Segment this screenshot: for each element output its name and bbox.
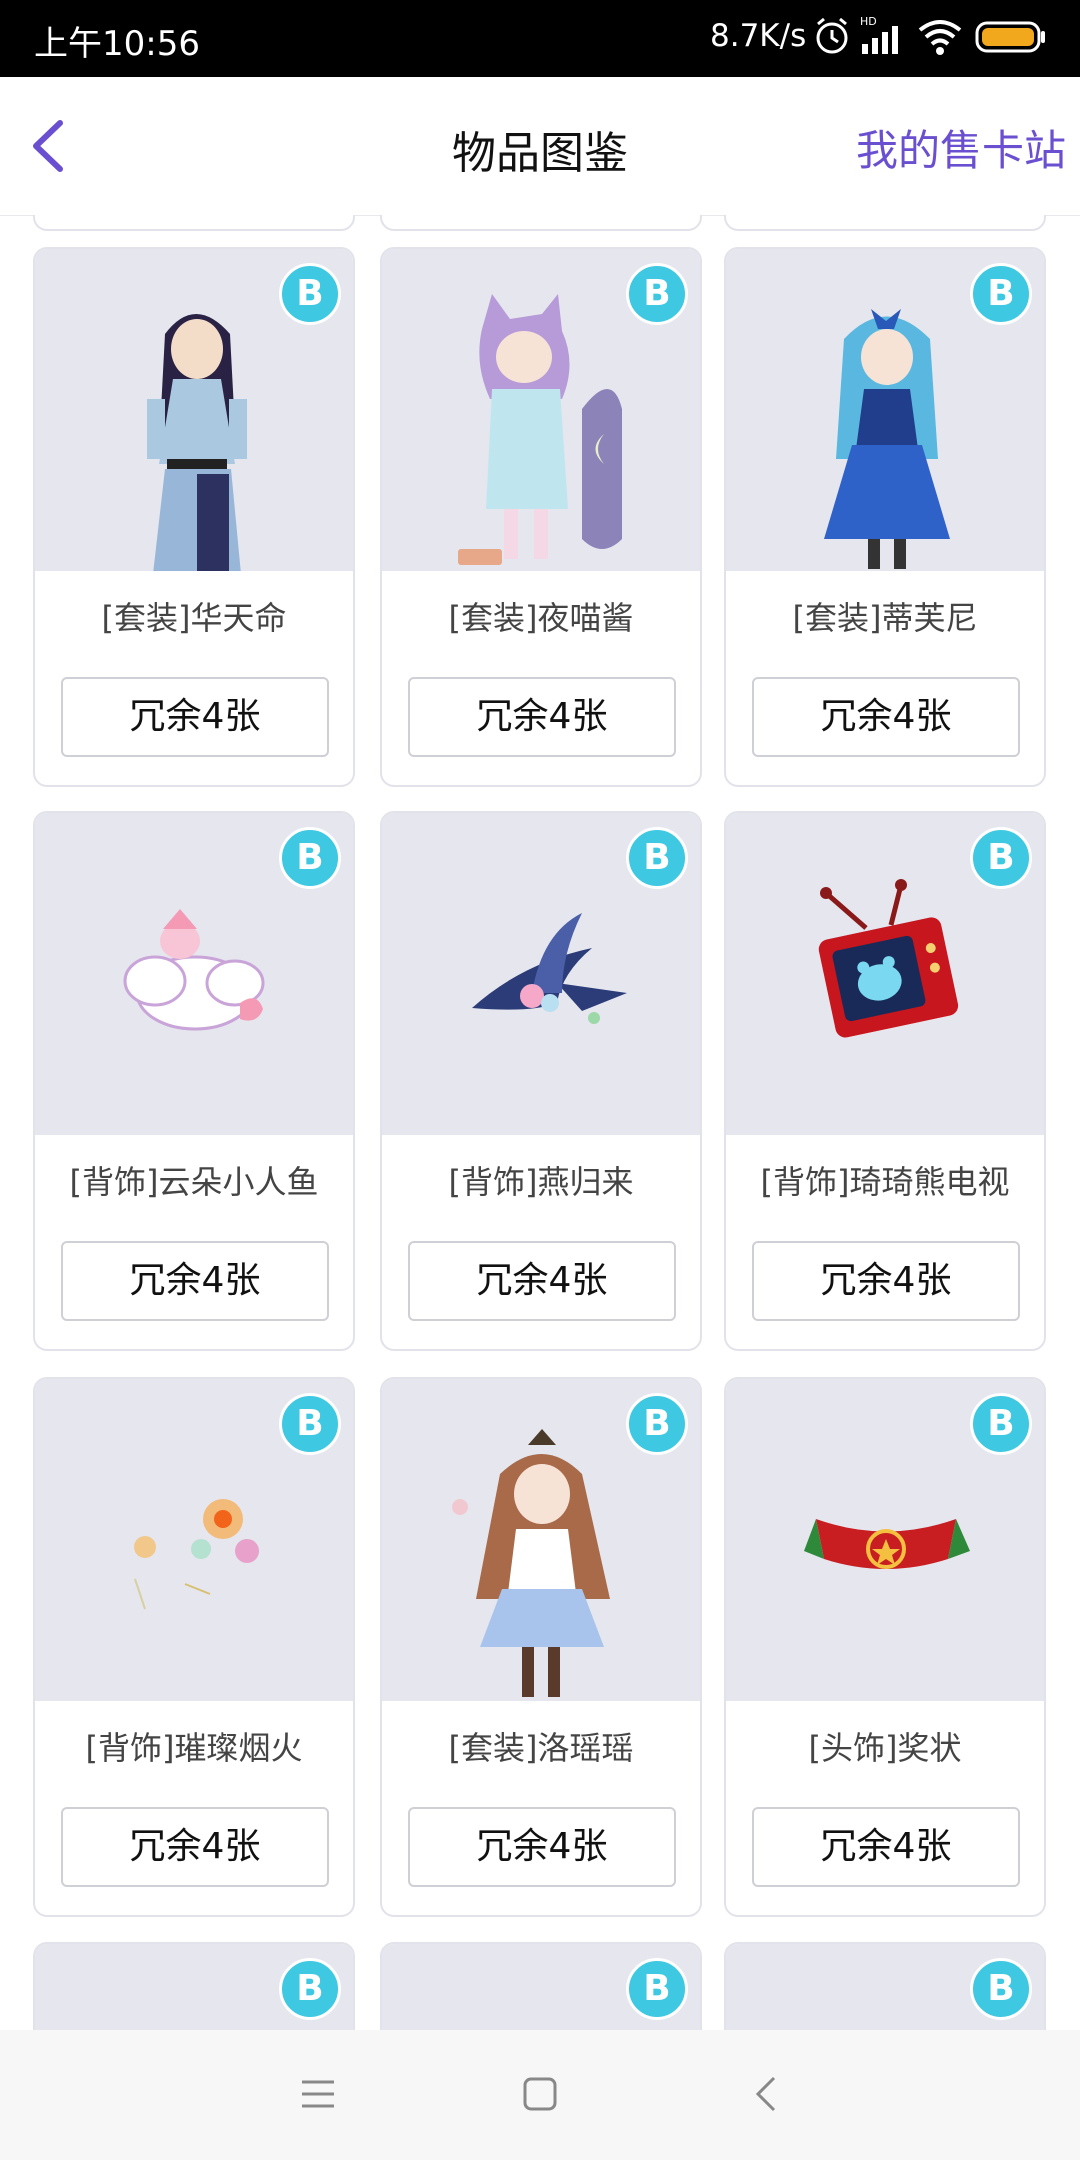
rarity-badge: B <box>626 1393 688 1455</box>
menu-icon[interactable] <box>298 2074 338 2114</box>
quantity-button[interactable]: 冗余4张 <box>61 677 329 757</box>
battery-icon <box>975 21 1045 53</box>
rarity-badge: B <box>279 263 341 325</box>
card-partial-top[interactable] <box>380 215 702 231</box>
quantity-button[interactable]: 冗余4张 <box>61 1241 329 1321</box>
item-card[interactable]: B [套装]华天命 冗余4张 <box>33 247 355 787</box>
item-card-partial[interactable]: B <box>724 1942 1046 2030</box>
item-card[interactable]: B [背饰]璀璨烟火 冗余4张 <box>33 1377 355 1917</box>
quantity-button[interactable]: 冗余4张 <box>752 677 1020 757</box>
rarity-badge: B <box>279 1958 341 2020</box>
rarity-badge: B <box>279 1393 341 1455</box>
signal-icon: HD <box>860 15 898 54</box>
item-card[interactable]: B [背饰]燕归来 冗余4张 <box>380 811 702 1351</box>
item-grid: B [套装]华天命 冗余4张 B [套装]夜喵酱 冗余4张 B [套装]蒂芙尼 … <box>0 215 1080 2030</box>
network-speed: 8.7K/s <box>710 18 807 54</box>
home-icon[interactable] <box>520 2074 560 2114</box>
app-header: 物品图鉴 我的售卡站 <box>0 77 1080 216</box>
item-name: [背饰]璀璨烟火 <box>85 1729 303 1767</box>
alarm-icon <box>816 17 848 54</box>
rarity-badge: B <box>279 827 341 889</box>
item-card-partial[interactable]: B <box>33 1942 355 2030</box>
item-name: [头饰]奖状 <box>808 1729 962 1767</box>
my-card-station-link[interactable]: 我的售卡站 <box>856 117 1066 178</box>
rarity-badge: B <box>970 827 1032 889</box>
item-card-partial[interactable]: B <box>380 1942 702 2030</box>
rarity-badge: B <box>626 1958 688 2020</box>
rarity-badge: B <box>626 263 688 325</box>
card-partial-top[interactable] <box>724 215 1046 231</box>
item-name: [背饰]云朵小人鱼 <box>69 1163 319 1201</box>
item-card[interactable]: B [套装]洛瑶瑶 冗余4张 <box>380 1377 702 1917</box>
item-name: [背饰]琦琦熊电视 <box>760 1163 1010 1201</box>
item-card[interactable]: B [套装]夜喵酱 冗余4张 <box>380 247 702 787</box>
status-time: 上午10:56 <box>34 24 200 64</box>
rarity-badge: B <box>970 1393 1032 1455</box>
quantity-button[interactable]: 冗余4张 <box>61 1807 329 1887</box>
back-icon[interactable] <box>748 2074 788 2114</box>
quantity-button[interactable]: 冗余4张 <box>408 1807 676 1887</box>
rarity-badge: B <box>970 263 1032 325</box>
rarity-badge: B <box>970 1958 1032 2020</box>
system-nav-bar <box>0 2030 1080 2160</box>
status-bar: 上午10:56 8.7K/s HD <box>0 0 1080 77</box>
item-card[interactable]: B [套装]蒂芙尼 冗余4张 <box>724 247 1046 787</box>
quantity-button[interactable]: 冗余4张 <box>752 1807 1020 1887</box>
item-card[interactable]: B [背饰]琦琦熊电视 冗余4张 <box>724 811 1046 1351</box>
item-card[interactable]: B [背饰]云朵小人鱼 冗余4张 <box>33 811 355 1351</box>
item-name: [背饰]燕归来 <box>448 1163 634 1201</box>
item-name: [套装]蒂芙尼 <box>792 599 978 637</box>
hd-label: HD <box>860 15 877 28</box>
wifi-icon <box>918 20 962 55</box>
item-name: [套装]洛瑶瑶 <box>448 1729 634 1767</box>
quantity-button[interactable]: 冗余4张 <box>408 1241 676 1321</box>
item-card[interactable]: B [头饰]奖状 冗余4张 <box>724 1377 1046 1917</box>
quantity-button[interactable]: 冗余4张 <box>408 677 676 757</box>
quantity-button[interactable]: 冗余4张 <box>752 1241 1020 1321</box>
item-name: [套装]华天命 <box>101 599 287 637</box>
rarity-badge: B <box>626 827 688 889</box>
item-name: [套装]夜喵酱 <box>448 599 634 637</box>
card-partial-top[interactable] <box>33 215 355 231</box>
